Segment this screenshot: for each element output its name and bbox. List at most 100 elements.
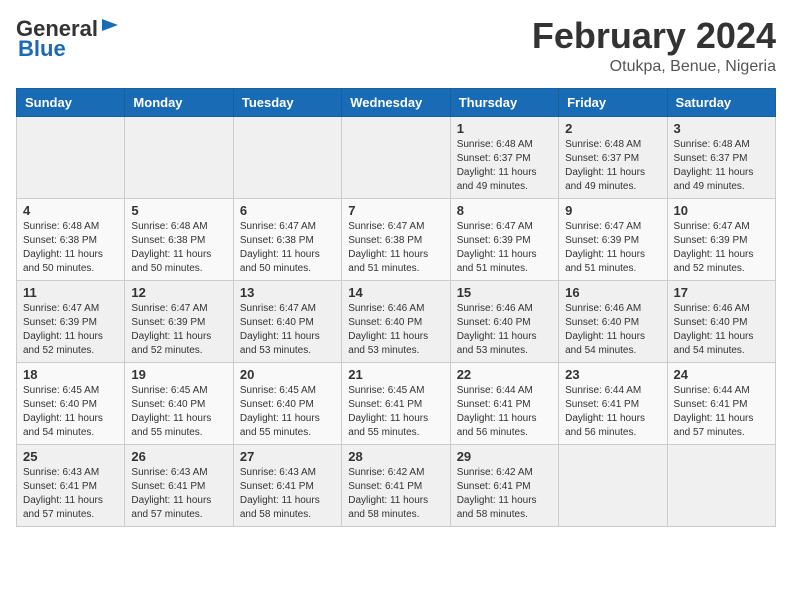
header-sunday: Sunday: [17, 88, 125, 116]
calendar-day-cell: 29 Sunrise: 6:42 AM Sunset: 6:41 PM Dayli…: [450, 444, 558, 526]
day-info: Sunrise: 6:44 AM Sunset: 6:41 PM Dayligh…: [565, 384, 660, 440]
calendar-day-cell: 8Sunrise: 6:47 AM Sunset: 6:39 PM Daylig…: [450, 198, 558, 280]
day-info: Sunrise: 6:43 AM Sunset: 6:41 PM Dayligh…: [131, 466, 226, 522]
day-number: 27: [240, 449, 335, 464]
calendar-day-cell: [667, 444, 775, 526]
day-info: Sunrise: 6:46 AM Sunset: 6:40 PM Dayligh…: [348, 302, 443, 358]
calendar-subtitle: Otukpa, Benue, Nigeria: [532, 58, 776, 76]
day-number: 29: [457, 449, 552, 464]
day-info: Sunrise: 6:47 AM Sunset: 6:38 PM Dayligh…: [240, 220, 335, 276]
day-number: 16: [565, 285, 660, 300]
calendar-day-cell: 10 Sunrise: 6:47 AM Sunset: 6:39 PM Dayli…: [667, 198, 775, 280]
calendar-day-cell: 11 Sunrise: 6:47 AM Sunset: 6:39 PM Dayli…: [17, 280, 125, 362]
day-number: 25: [23, 449, 118, 464]
day-number: 28: [348, 449, 443, 464]
day-number: 5: [131, 203, 226, 218]
day-info: Sunrise: 6:45 AM Sunset: 6:40 PM Dayligh…: [23, 384, 118, 440]
day-info: Sunrise: 6:46 AM Sunset: 6:40 PM Dayligh…: [457, 302, 552, 358]
day-info: Sunrise: 6:43 AM Sunset: 6:41 PM Dayligh…: [240, 466, 335, 522]
calendar-day-cell: 3 Sunrise: 6:48 AM Sunset: 6:37 PM Daylig…: [667, 116, 775, 198]
calendar-day-cell: 18 Sunrise: 6:45 AM Sunset: 6:40 PM Dayli…: [17, 362, 125, 444]
calendar-day-cell: 6 Sunrise: 6:47 AM Sunset: 6:38 PM Daylig…: [233, 198, 341, 280]
calendar-day-cell: 24Sunrise: 6:44 AM Sunset: 6:41 PM Dayli…: [667, 362, 775, 444]
day-number: 6: [240, 203, 335, 218]
header-monday: Monday: [125, 88, 233, 116]
calendar-day-cell: 4Sunrise: 6:48 AM Sunset: 6:38 PM Daylig…: [17, 198, 125, 280]
day-number: 19: [131, 367, 226, 382]
day-number: 14: [348, 285, 443, 300]
day-number: 22: [457, 367, 552, 382]
day-info: Sunrise: 6:46 AM Sunset: 6:40 PM Dayligh…: [565, 302, 660, 358]
day-info: Sunrise: 6:44 AM Sunset: 6:41 PM Dayligh…: [674, 384, 769, 440]
day-info: Sunrise: 6:48 AM Sunset: 6:37 PM Dayligh…: [565, 138, 660, 194]
day-number: 13: [240, 285, 335, 300]
calendar-day-cell: 13Sunrise: 6:47 AM Sunset: 6:40 PM Dayli…: [233, 280, 341, 362]
day-number: 9: [565, 203, 660, 218]
day-number: 18: [23, 367, 118, 382]
day-number: 10: [674, 203, 769, 218]
day-number: 21: [348, 367, 443, 382]
logo: General Blue: [16, 16, 120, 62]
day-info: Sunrise: 6:45 AM Sunset: 6:41 PM Dayligh…: [348, 384, 443, 440]
calendar-day-cell: [559, 444, 667, 526]
week-row-2: 4 Sunrise: 6:48 AM Sunset: 6:38 PM Daylig…: [17, 198, 776, 280]
logo-blue-text: Blue: [18, 36, 66, 61]
week-row-3: 11 Sunrise: 6:47 AM Sunset: 6:39 PM Dayli…: [17, 280, 776, 362]
day-info: Sunrise: 6:47 AM Sunset: 6:39 PM Dayligh…: [457, 220, 552, 276]
calendar-day-cell: 9Sunrise: 6:47 AM Sunset: 6:39 PM Daylig…: [559, 198, 667, 280]
calendar-day-cell: 14 Sunrise: 6:46 AM Sunset: 6:40 PM Dayli…: [342, 280, 450, 362]
day-info: Sunrise: 6:48 AM Sunset: 6:38 PM Dayligh…: [131, 220, 226, 276]
day-info: Sunrise: 6:47 AM Sunset: 6:39 PM Dayligh…: [23, 302, 118, 358]
day-number: 20: [240, 367, 335, 382]
logo-flag-icon: [100, 17, 120, 37]
calendar-table: Sunday Monday Tuesday Wednesday Thursday…: [16, 88, 776, 527]
calendar-day-cell: 27 Sunrise: 6:43 AM Sunset: 6:41 PM Dayli…: [233, 444, 341, 526]
day-number: 23: [565, 367, 660, 382]
calendar-day-cell: [342, 116, 450, 198]
calendar-day-cell: [17, 116, 125, 198]
day-info: Sunrise: 6:48 AM Sunset: 6:37 PM Dayligh…: [674, 138, 769, 194]
title-block: February 2024 Otukpa, Benue, Nigeria: [532, 16, 776, 76]
header-wednesday: Wednesday: [342, 88, 450, 116]
day-info: Sunrise: 6:45 AM Sunset: 6:40 PM Dayligh…: [131, 384, 226, 440]
day-info: Sunrise: 6:47 AM Sunset: 6:39 PM Dayligh…: [131, 302, 226, 358]
calendar-day-cell: [233, 116, 341, 198]
header-thursday: Thursday: [450, 88, 558, 116]
day-number: 26: [131, 449, 226, 464]
week-row-4: 18 Sunrise: 6:45 AM Sunset: 6:40 PM Dayli…: [17, 362, 776, 444]
day-number: 4: [23, 203, 118, 218]
calendar-day-cell: 22 Sunrise: 6:44 AM Sunset: 6:41 PM Dayli…: [450, 362, 558, 444]
day-number: 7: [348, 203, 443, 218]
day-info: Sunrise: 6:45 AM Sunset: 6:40 PM Dayligh…: [240, 384, 335, 440]
day-info: Sunrise: 6:42 AM Sunset: 6:41 PM Dayligh…: [457, 466, 552, 522]
calendar-day-cell: 26 Sunrise: 6:43 AM Sunset: 6:41 PM Dayli…: [125, 444, 233, 526]
day-info: Sunrise: 6:44 AM Sunset: 6:41 PM Dayligh…: [457, 384, 552, 440]
day-number: 3: [674, 121, 769, 136]
day-info: Sunrise: 6:47 AM Sunset: 6:38 PM Dayligh…: [348, 220, 443, 276]
calendar-day-cell: 12 Sunrise: 6:47 AM Sunset: 6:39 PM Dayli…: [125, 280, 233, 362]
calendar-day-cell: 15 Sunrise: 6:46 AM Sunset: 6:40 PM Dayli…: [450, 280, 558, 362]
calendar-day-cell: 5 Sunrise: 6:48 AM Sunset: 6:38 PM Daylig…: [125, 198, 233, 280]
day-number: 11: [23, 285, 118, 300]
day-number: 1: [457, 121, 552, 136]
week-row-5: 25 Sunrise: 6:43 AM Sunset: 6:41 PM Dayli…: [17, 444, 776, 526]
day-number: 2: [565, 121, 660, 136]
calendar-day-cell: 23 Sunrise: 6:44 AM Sunset: 6:41 PM Dayli…: [559, 362, 667, 444]
day-number: 12: [131, 285, 226, 300]
calendar-day-cell: 7 Sunrise: 6:47 AM Sunset: 6:38 PM Daylig…: [342, 198, 450, 280]
calendar-day-cell: [125, 116, 233, 198]
calendar-day-cell: 21 Sunrise: 6:45 AM Sunset: 6:41 PM Dayli…: [342, 362, 450, 444]
day-info: Sunrise: 6:43 AM Sunset: 6:41 PM Dayligh…: [23, 466, 118, 522]
calendar-day-cell: 17 Sunrise: 6:46 AM Sunset: 6:40 PM Dayli…: [667, 280, 775, 362]
day-info: Sunrise: 6:42 AM Sunset: 6:41 PM Dayligh…: [348, 466, 443, 522]
day-info: Sunrise: 6:47 AM Sunset: 6:39 PM Dayligh…: [674, 220, 769, 276]
day-number: 15: [457, 285, 552, 300]
header-friday: Friday: [559, 88, 667, 116]
week-row-1: 1 Sunrise: 6:48 AM Sunset: 6:37 PM Daylig…: [17, 116, 776, 198]
calendar-title: February 2024: [532, 16, 776, 56]
calendar-day-cell: 25 Sunrise: 6:43 AM Sunset: 6:41 PM Dayli…: [17, 444, 125, 526]
day-number: 17: [674, 285, 769, 300]
calendar-day-cell: 16 Sunrise: 6:46 AM Sunset: 6:40 PM Dayli…: [559, 280, 667, 362]
day-info: Sunrise: 6:46 AM Sunset: 6:40 PM Dayligh…: [674, 302, 769, 358]
page-header: General Blue February 2024 Otukpa, Benue…: [16, 16, 776, 76]
